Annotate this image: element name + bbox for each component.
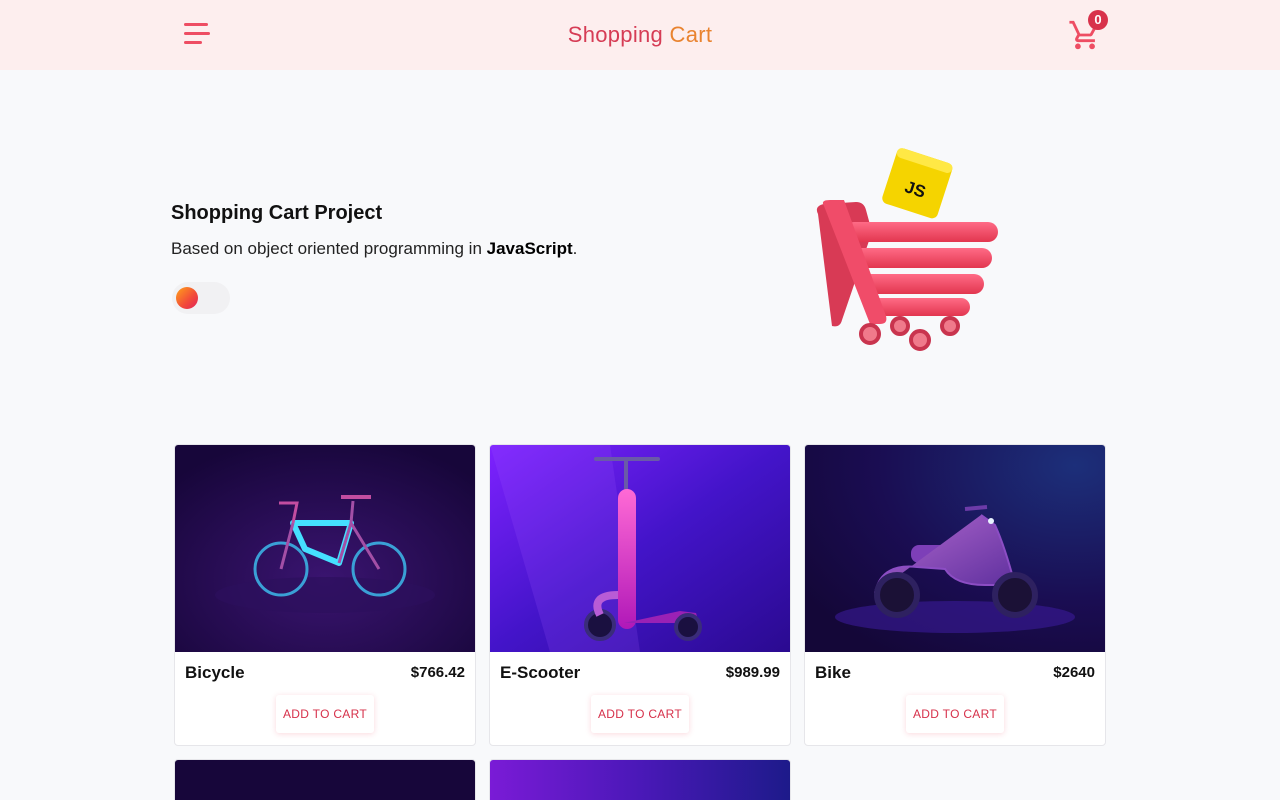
product-card: Bicycle $766.42 ADD TO CART	[174, 444, 476, 746]
hero-title: Shopping Cart Project	[171, 202, 383, 224]
cart-button[interactable]: 0	[1068, 10, 1112, 54]
product-card: Bike $2640 ADD TO CART	[804, 444, 1106, 746]
product-price: $989.99	[725, 664, 780, 681]
cart-count-badge: 0	[1088, 10, 1108, 30]
top-navbar: Shopping Cart 0	[0, 0, 1280, 70]
cart-illustration: JS	[816, 148, 998, 351]
bike-image	[805, 445, 1105, 652]
product-name: Bicycle	[185, 663, 245, 682]
product-name: Bike	[815, 663, 851, 682]
add-to-cart-button[interactable]: ADD TO CART	[276, 695, 374, 733]
e-scooter-image	[490, 445, 790, 652]
app-title-part2: Cart	[669, 22, 713, 47]
theme-toggle[interactable]	[172, 282, 230, 314]
product-card	[489, 759, 791, 800]
hero-subtitle-prefix: Based on object oriented programming in	[171, 239, 487, 258]
hero-subtitle-suffix: .	[572, 239, 578, 258]
add-to-cart-button[interactable]: ADD TO CART	[906, 695, 1004, 733]
add-to-cart-button[interactable]: ADD TO CART	[591, 695, 689, 733]
product-card	[174, 759, 476, 800]
product-card: E-Scooter $989.99 ADD TO CART	[489, 444, 791, 746]
hero-subtitle-emphasis: JavaScript	[486, 239, 573, 258]
product-price: $2640	[1053, 664, 1095, 681]
app-title-part1: Shopping	[567, 22, 664, 47]
theme-toggle-knob	[176, 287, 198, 309]
product-name: E-Scooter	[500, 663, 581, 682]
product-image	[490, 760, 790, 800]
product-image	[175, 760, 475, 800]
product-price: $766.42	[410, 664, 465, 681]
bicycle-image	[175, 445, 475, 652]
hero-subtitle: Based on object oriented programming in …	[171, 239, 577, 259]
